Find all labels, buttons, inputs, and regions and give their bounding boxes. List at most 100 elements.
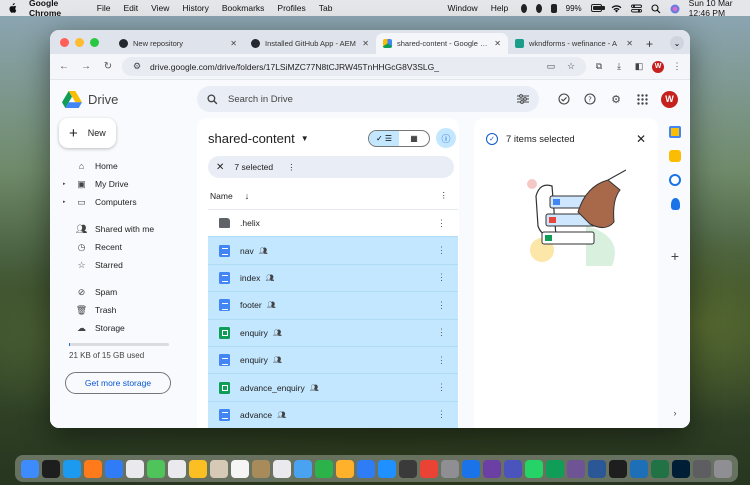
menu-tab[interactable]: Tab (319, 3, 333, 13)
control-center-icon[interactable] (630, 4, 642, 13)
dock-app-icon[interactable] (336, 459, 354, 478)
dock-app-icon[interactable] (42, 459, 60, 478)
menu-window[interactable]: Window (447, 3, 477, 13)
add-addon-icon[interactable]: + (671, 248, 679, 264)
dock-app-icon[interactable] (525, 459, 543, 478)
file-more-actions-icon[interactable]: ⋮ (437, 382, 446, 393)
search-icon[interactable] (207, 93, 218, 105)
menu-app-name[interactable]: Google Chrome (29, 0, 82, 18)
more-menu-icon[interactable]: ⋮ (670, 60, 684, 74)
close-tab-icon[interactable]: ✕ (494, 39, 501, 48)
selection-more-actions-icon[interactable]: ⋮ (287, 162, 296, 173)
sidebar-item-starred[interactable]: ☆ Starred (59, 256, 195, 274)
keep-icon[interactable] (669, 150, 681, 162)
clear-selection-icon[interactable]: ✕ (216, 162, 224, 173)
sidebar-item-home[interactable]: ⌂ Home (59, 157, 195, 175)
help-icon[interactable]: ? (583, 92, 597, 106)
file-row[interactable]: footer 👥︎ ⋮ (208, 291, 458, 319)
minimize-window-button[interactable] (75, 38, 84, 47)
reload-icon[interactable]: ↻ (100, 59, 116, 75)
dock-app-icon[interactable] (609, 459, 627, 478)
dock-app-icon[interactable] (672, 459, 690, 478)
calendar-icon[interactable] (669, 126, 681, 138)
side-panel-icon[interactable]: ◧ (632, 60, 646, 74)
account-avatar[interactable]: W (661, 90, 678, 108)
menu-history[interactable]: History (182, 3, 208, 13)
close-tab-icon[interactable]: ✕ (626, 39, 633, 48)
forward-arrow-icon[interactable]: → (78, 59, 94, 75)
wifi-icon[interactable] (611, 4, 622, 13)
file-row[interactable]: advance_enquiry 👥︎ ⋮ (208, 373, 458, 401)
apps-grid-icon[interactable] (635, 92, 649, 106)
menu-help[interactable]: Help (491, 3, 508, 13)
settings-gear-icon[interactable]: ⚙ (609, 92, 623, 106)
contacts-icon[interactable] (670, 198, 680, 210)
site-info-icon[interactable]: ⚙ (130, 60, 144, 74)
dock-app-icon[interactable] (441, 459, 459, 478)
dock-app-icon[interactable] (420, 459, 438, 478)
install-app-icon[interactable]: ▭ (544, 60, 558, 74)
file-more-actions-icon[interactable]: ⋮ (437, 300, 446, 311)
dock-app-icon[interactable] (651, 459, 669, 478)
drive-search-bar[interactable]: Search in Drive (197, 86, 539, 112)
status-badge-icon[interactable] (550, 3, 557, 13)
sidebar-item-computers[interactable]: ▸ ▭ Computers (59, 193, 195, 211)
search-input[interactable]: Search in Drive (228, 94, 507, 105)
grid-view-button[interactable]: ▦ (399, 131, 429, 146)
dock-app-icon[interactable] (210, 459, 228, 478)
dock-app-icon[interactable] (84, 459, 102, 478)
column-header-name[interactable]: Name (210, 191, 233, 201)
dock-app-icon[interactable] (546, 459, 564, 478)
drive-logo[interactable]: Drive (62, 90, 197, 108)
dock-app-icon[interactable] (714, 459, 732, 478)
file-more-actions-icon[interactable]: ⋮ (437, 272, 446, 283)
sidebar-item-storage[interactable]: ☁ Storage (59, 319, 195, 337)
tab-new-repository[interactable]: New repository ✕ (112, 33, 244, 54)
expand-caret-icon[interactable]: ▸ (63, 181, 68, 187)
get-more-storage-button[interactable]: Get more storage (65, 372, 171, 394)
expand-panel-chevron-icon[interactable]: › (674, 408, 677, 418)
menu-profiles[interactable]: Profiles (277, 3, 305, 13)
tasks-icon[interactable] (669, 174, 681, 186)
file-row[interactable]: enquiry 👥︎ ⋮ (208, 318, 458, 346)
tab-search-chevron-icon[interactable]: ⌄ (670, 36, 684, 50)
dock-app-icon[interactable] (273, 459, 291, 478)
menu-file[interactable]: File (97, 3, 111, 13)
siri-icon[interactable] (670, 4, 680, 13)
details-info-button[interactable]: ⓘ (436, 128, 456, 148)
address-bar[interactable]: ⚙ drive.google.com/drive/folders/17LSiMZ… (122, 57, 586, 76)
dock-app-icon[interactable] (588, 459, 606, 478)
dock-app-icon[interactable] (168, 459, 186, 478)
tab-installed-github-app[interactable]: Installed GitHub App - AEM ✕ (244, 33, 376, 54)
file-more-actions-icon[interactable]: ⋮ (437, 355, 446, 366)
list-view-button[interactable]: ✓ ☰ (369, 130, 399, 146)
file-row[interactable]: index 👥︎ ⋮ (208, 263, 458, 292)
extensions-icon[interactable]: ⧉ (592, 60, 606, 74)
offline-status-icon[interactable] (557, 92, 571, 106)
zoom-window-button[interactable] (90, 38, 99, 47)
github-status-icon[interactable] (536, 3, 542, 13)
file-more-actions-icon[interactable]: ⋮ (437, 218, 446, 229)
file-row[interactable]: advance 👥︎ ⋮ (208, 400, 458, 428)
search-options-icon[interactable] (517, 94, 529, 104)
dock-app-icon[interactable] (693, 459, 711, 478)
bookmark-star-icon[interactable]: ☆ (564, 60, 578, 74)
tab-wkndforms[interactable]: wkndforms - wefinance - A ✕ (508, 33, 640, 54)
dock-app-icon[interactable] (147, 459, 165, 478)
sort-arrow-icon[interactable]: ↓ (245, 191, 250, 201)
file-row[interactable]: enquiry 👥︎ ⋮ (208, 345, 458, 374)
dock-app-icon[interactable] (21, 459, 39, 478)
dock-app-icon[interactable] (252, 459, 270, 478)
file-row[interactable]: .helix ⋮ (208, 209, 458, 236)
file-row[interactable]: nav 👥︎ ⋮ (208, 236, 458, 264)
file-more-actions-icon[interactable]: ⋮ (437, 327, 446, 338)
dock-app-icon[interactable] (399, 459, 417, 478)
dock-app-icon[interactable] (357, 459, 375, 478)
close-details-icon[interactable]: ✕ (636, 132, 646, 146)
dock-app-icon[interactable] (231, 459, 249, 478)
dock-app-icon[interactable] (63, 459, 81, 478)
sidebar-item-trash[interactable]: 🗑︎ Trash (59, 301, 195, 319)
tab-shared-content-drive[interactable]: shared-content - Google Drive ✕ (376, 33, 508, 54)
file-more-actions-icon[interactable]: ⋮ (437, 245, 446, 256)
expand-caret-icon[interactable]: ▸ (63, 199, 68, 205)
